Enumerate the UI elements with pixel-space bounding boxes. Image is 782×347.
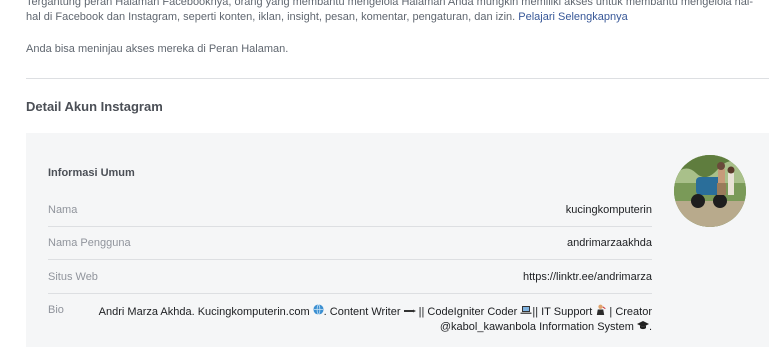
graduation-cap-icon [636,320,649,335]
row-divider [48,226,652,227]
bio-text: || CodeIgniter Coder [415,306,518,318]
info-row-website: Situs Web https://linktr.ee/andrimarza [48,271,652,287]
row-value: https://linktr.ee/andrimarza [522,271,652,283]
section-title: Detail Akun Instagram [26,99,163,114]
learn-more-link[interactable]: Pelajari Selengkapnya [518,11,627,23]
laptop-icon [520,305,532,320]
info-row-bio: Bio Andri Marza Akhda. Kucingkomputerin.… [48,304,652,334]
card-heading: Informasi Umum [48,167,135,179]
row-label: Bio [48,304,64,316]
row-value: andrimarzaakhda [567,237,652,249]
bio-text: Andri Marza Akhda. Kucingkomputerin.com [98,306,310,318]
info-row-name: Nama kucingkomputerin [48,204,652,220]
row-label: Nama [48,204,78,216]
divider [26,78,769,79]
bio-text: . [648,321,652,333]
row-divider [48,259,652,260]
globe-icon [313,304,324,320]
row-label: Nama Pengguna [48,237,131,249]
bio-text: || IT Support [532,306,593,318]
info-row-username: Nama Pengguna andrimarzaakhda [48,237,652,253]
technician-icon [595,304,606,320]
intro-text: Tergantung peran Halaman Facebooknya, or… [26,0,766,25]
row-value: kucingkomputerin [565,204,652,216]
row-label: Situs Web [48,271,98,283]
pen-icon [403,306,416,320]
intro-description: Tergantung peran Halaman Facebooknya, or… [26,0,754,23]
bio-text: @kabol_kawanbola Information System [439,321,634,333]
bio-value: Andri Marza Akhda. Kucingkomputerin.com … [97,304,652,335]
row-divider [48,293,652,294]
bio-text: . Content Writer [323,306,401,318]
bio-text: | Creator [606,306,652,318]
avatar [674,155,746,227]
instagram-details-card: Informasi Umum Nama kucingkomputerin Nam… [26,133,769,347]
review-access-text: Anda bisa meninjau akses mereka di Peran… [26,43,289,55]
